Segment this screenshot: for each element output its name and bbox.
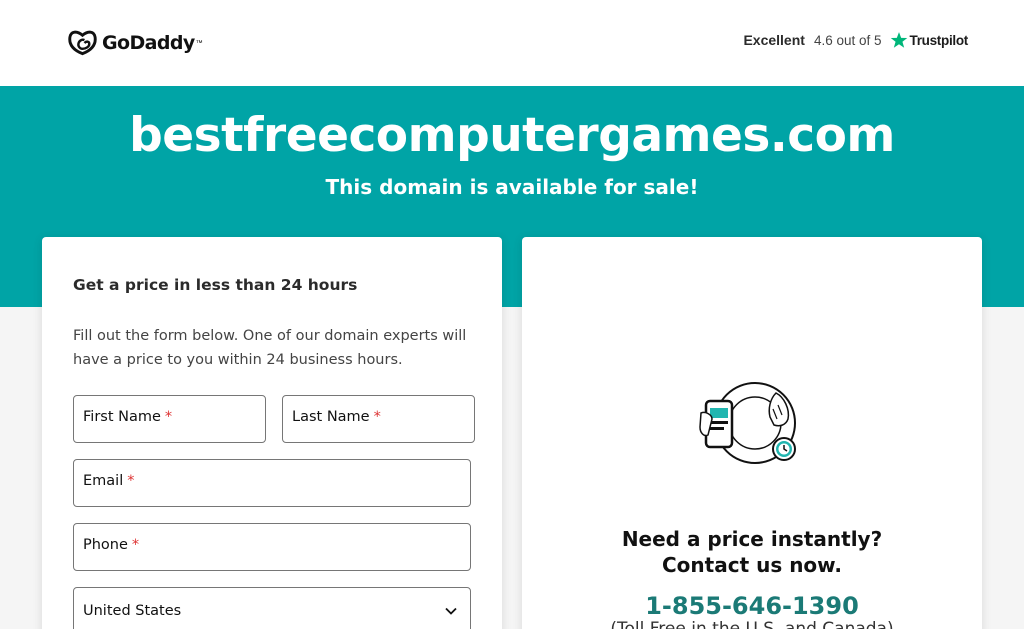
rating-score: 4.6 out of 5 — [813, 32, 882, 48]
email-label: Email * — [83, 473, 135, 489]
form-heading: Get a price in less than 24 hours — [73, 276, 358, 294]
phone-and-clock-illustration — [699, 382, 796, 464]
trademark-mark: ™ — [195, 39, 203, 47]
contact-card: Need a price instantly? Contact us now. … — [522, 237, 982, 629]
top-bar: GoDaddy ™ Excellent 4.6 out of 5 Trustpil… — [0, 0, 1024, 86]
phone-label: Phone * — [83, 537, 140, 553]
trustpilot-rating[interactable]: Excellent 4.6 out of 5 Trustpilot — [743, 31, 968, 49]
contact-line-2: Contact us now. — [662, 553, 842, 577]
contact-heading: Need a price instantly? Contact us now. — [522, 526, 982, 578]
price-request-form: Get a price in less than 24 hours Fill o… — [42, 237, 502, 629]
godaddy-logo[interactable]: GoDaddy ™ — [67, 28, 203, 58]
star-icon — [890, 32, 907, 48]
required-marker: * — [373, 409, 381, 425]
email-field[interactable]: Email * — [73, 459, 471, 507]
country-value: United States — [83, 603, 182, 619]
brand-name: GoDaddy — [102, 32, 195, 54]
toll-free-note: (Toll Free in the U.S. and Canada) — [610, 619, 894, 629]
first-name-label: First Name * — [83, 409, 173, 425]
rating-word: Excellent — [743, 32, 805, 48]
last-name-field[interactable]: Last Name * — [282, 395, 475, 443]
phone-number-link[interactable]: 1-855-646-1390 — [522, 592, 982, 620]
trustpilot-label: Trustpilot — [909, 32, 969, 48]
required-marker: * — [131, 537, 140, 553]
required-marker: * — [164, 409, 173, 425]
contact-line-1: Need a price instantly? — [621, 527, 883, 551]
domain-title: bestfreecomputergames.com — [129, 108, 895, 163]
phone-field[interactable]: Phone * — [73, 523, 471, 571]
godaddy-logo-icon — [68, 30, 97, 56]
last-name-label: Last Name * — [292, 409, 381, 425]
form-description: Fill out the form below. One of our doma… — [73, 328, 467, 368]
required-marker: * — [127, 473, 135, 489]
sale-subtitle: This domain is available for sale! — [325, 175, 699, 199]
chevron-down-icon — [445, 607, 457, 615]
country-select[interactable]: United States — [73, 587, 471, 629]
first-name-field[interactable]: First Name * — [73, 395, 266, 443]
